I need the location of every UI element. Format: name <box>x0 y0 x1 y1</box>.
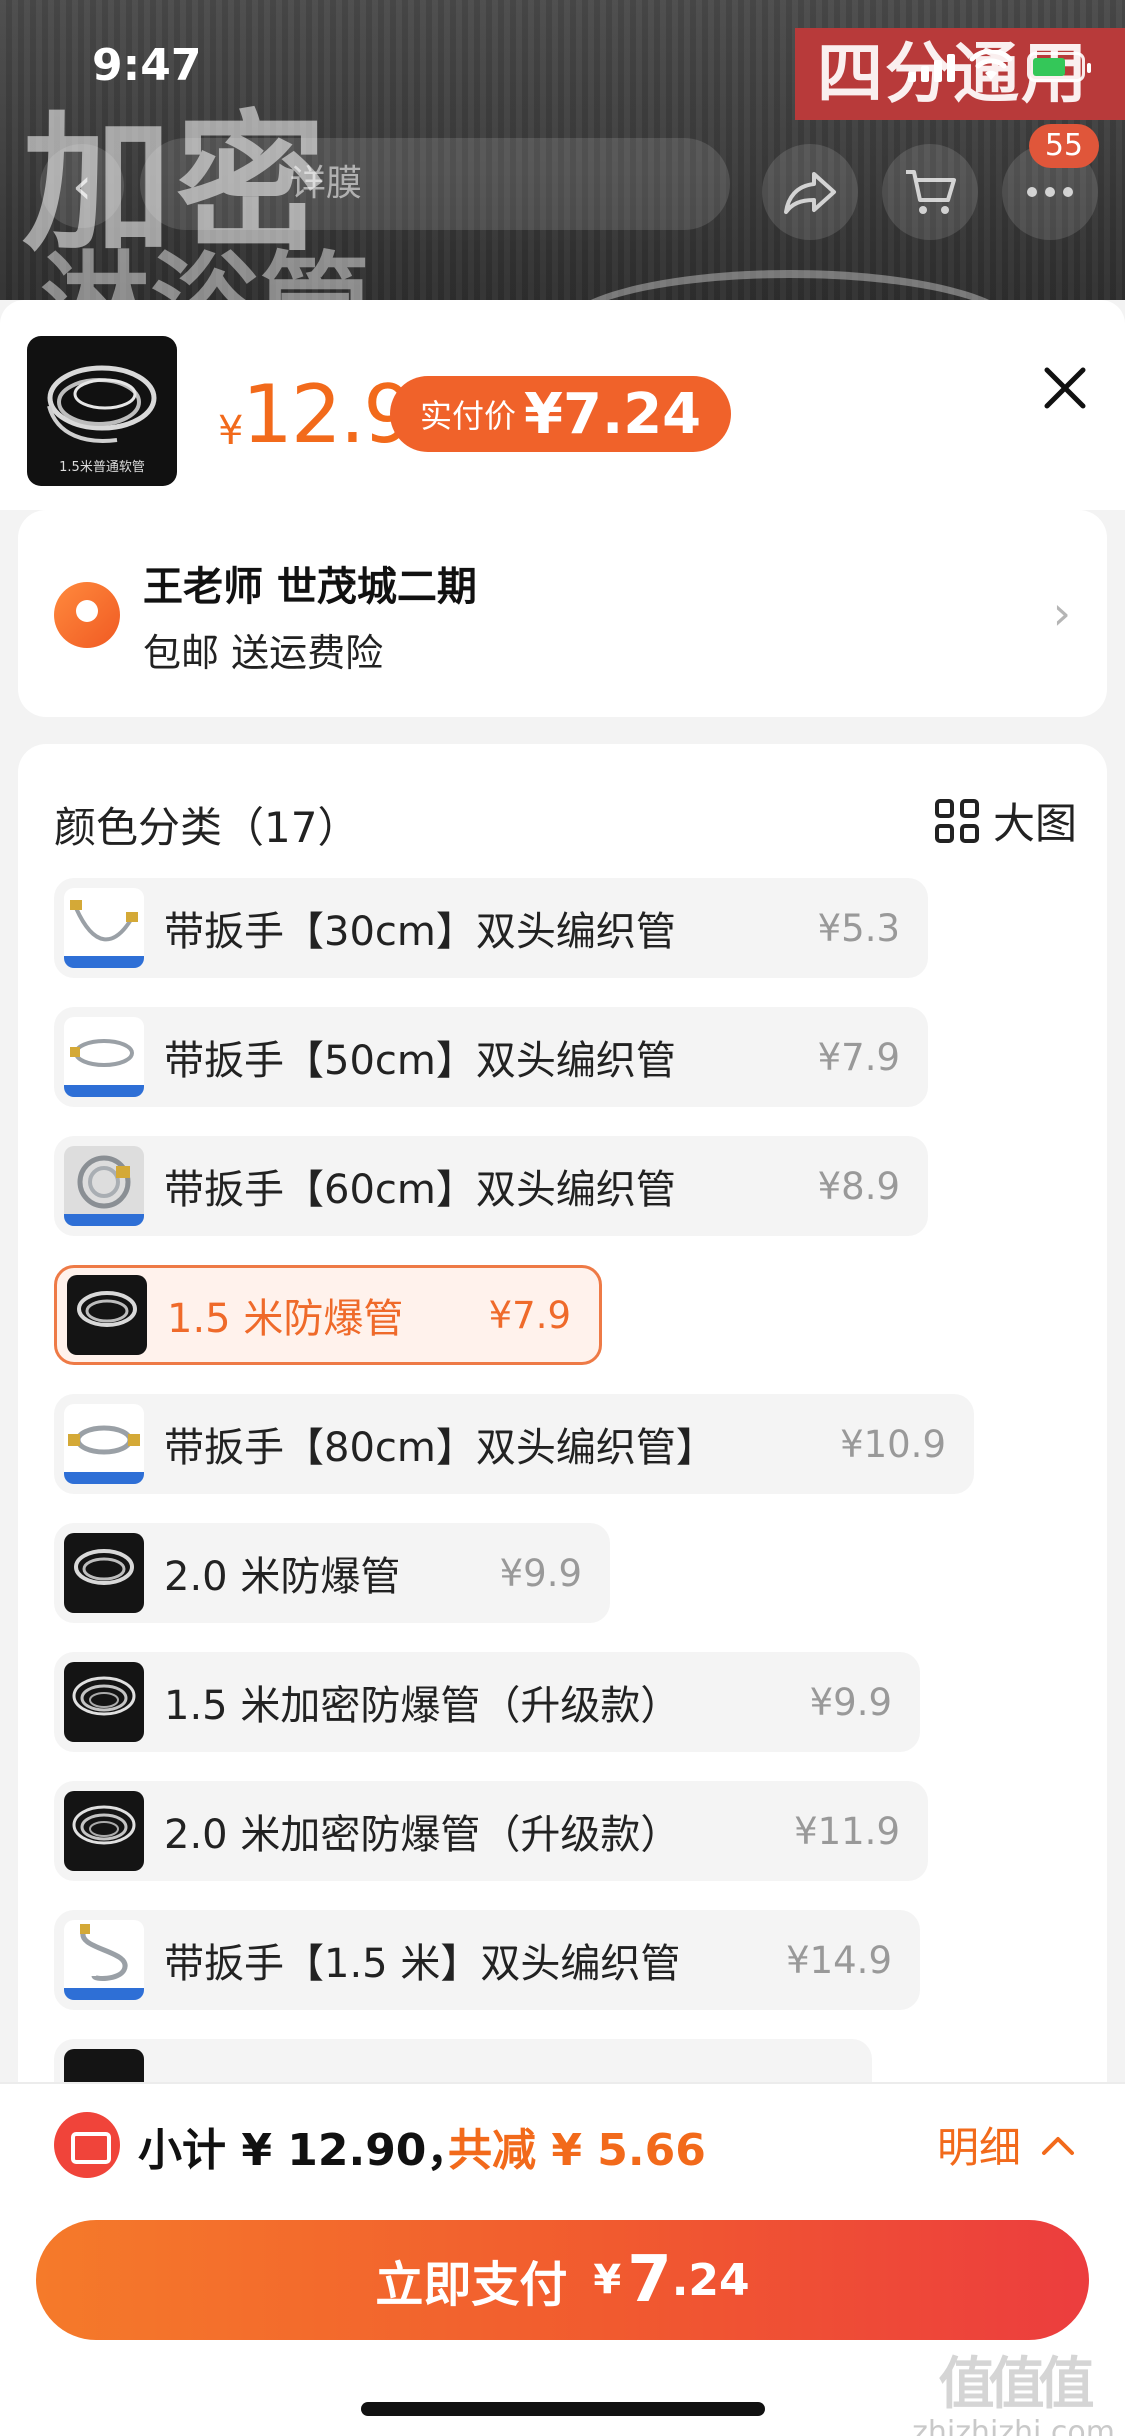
address-card[interactable]: 王老师 世茂城二期 包邮 送运费险 › <box>18 510 1107 717</box>
chevron-up-icon <box>1042 2136 1074 2155</box>
spec-title: 颜色分类（17） <box>54 803 360 852</box>
sku-option[interactable]: 带扳手【80cm】双头编织管】 ¥10.9 <box>54 1394 974 1494</box>
status-icons <box>908 50 1091 82</box>
address-name: 王老师 世茂城二期 <box>143 564 477 610</box>
background-title-line2: 淋浴管 <box>40 250 370 300</box>
option-thumbnail <box>64 1017 144 1097</box>
option-name: 1.5 米加密防爆管（升级款） <box>164 1683 681 1729</box>
chevron-right-icon: › <box>1052 586 1071 640</box>
actual-paid-value: ¥7.24 <box>524 381 702 447</box>
option-thumbnail <box>64 1662 144 1742</box>
product-thumbnail[interactable]: 1.5米普通软管 <box>27 336 177 486</box>
sku-option[interactable]: 带扳手【1.5 米】双头编织管 ¥14.9 <box>54 1910 920 2010</box>
location-pin-icon <box>54 582 120 648</box>
option-price: ¥10.9 <box>840 1422 946 1466</box>
option-price: ¥9.9 <box>809 1680 892 1724</box>
status-time: 9:47 <box>92 40 202 91</box>
option-name: 带扳手【1.5 米】双头编织管 <box>164 1941 681 1987</box>
product-price: 12.9 <box>242 368 414 461</box>
option-thumbnail <box>67 1275 147 1355</box>
sku-option-selected[interactable]: 1.5 米防爆管 ¥7.9 <box>54 1265 602 1365</box>
sku-option[interactable]: 带扳手【30cm】双头编织管 ¥5.3 <box>54 878 928 978</box>
shipping-info: 包邮 送运费险 <box>143 631 384 675</box>
option-price: ¥9.9 <box>499 1551 582 1595</box>
pay-amount-integer: 7 <box>627 2243 672 2317</box>
sku-option[interactable]: 带扳手【60cm】双头编织管 ¥8.9 <box>54 1136 928 1236</box>
option-price: ¥7.9 <box>488 1293 571 1337</box>
sku-option[interactable]: 带扳手【50cm】双头编织管 ¥7.9 <box>54 1007 928 1107</box>
background-search[interactable]: 详膜 <box>140 138 730 230</box>
sku-option[interactable]: 1.5 米加密防爆管（升级款） ¥9.9 <box>54 1652 920 1752</box>
option-thumbnail <box>64 1533 144 1613</box>
pay-currency: ¥ <box>593 2257 622 2303</box>
detail-toggle[interactable]: 明细 <box>937 2114 1075 2175</box>
option-price: ¥5.3 <box>817 906 900 950</box>
option-price: ¥14.9 <box>786 1938 892 1982</box>
option-name: 带扳手【60cm】双头编织管 <box>164 1167 676 1213</box>
option-name: 带扳手【30cm】双头编织管 <box>164 909 676 955</box>
home-indicator <box>361 2402 765 2416</box>
price-currency: ¥ <box>218 408 244 454</box>
sheet-header: 1.5米普通软管 ¥ 12.9 实付价 ¥7.24 <box>0 300 1125 510</box>
subtotal-text: 小计 ¥ 12.90， <box>138 2125 471 2176</box>
thumbnail-caption: 1.5米普通软管 <box>59 460 145 475</box>
option-name: 1.5 米防爆管 <box>167 1296 404 1342</box>
discount-text: 共减 ¥ 5.66 <box>448 2125 706 2176</box>
sku-option[interactable]: 2.0 米加密防爆管（升级款） ¥11.9 <box>54 1781 928 1881</box>
option-thumbnail <box>64 1920 144 2000</box>
coupon-icon <box>54 2112 120 2178</box>
cart-icon[interactable] <box>882 144 978 240</box>
option-thumbnail <box>64 1791 144 1871</box>
checkout-footer: 小计 ¥ 12.90， 共减 ¥ 5.66 明细 立即支付 ¥ 7 .24 值值… <box>0 2082 1125 2436</box>
option-price: ¥7.9 <box>817 1035 900 1079</box>
wifi-icon <box>969 50 1013 80</box>
pay-amount-decimal: .24 <box>671 2254 750 2306</box>
actual-paid-label: 实付价 <box>420 397 517 435</box>
actual-paid-badge: 实付价 ¥7.24 <box>390 376 732 452</box>
option-price: ¥8.9 <box>817 1164 900 1208</box>
option-thumbnail <box>64 888 144 968</box>
pay-now-button[interactable]: 立即支付 ¥ 7 .24 <box>36 2220 1089 2340</box>
option-name: 2.0 米加密防爆管（升级款） <box>164 1812 681 1858</box>
option-thumbnail <box>64 1146 144 1226</box>
big-image-toggle[interactable]: 大图 <box>934 790 1077 851</box>
option-name: 带扳手【50cm】双头编织管 <box>164 1038 676 1084</box>
option-price: ¥11.9 <box>794 1809 900 1853</box>
option-name: 2.0 米防爆管 <box>164 1554 401 1600</box>
status-bar: 9:47 <box>0 0 1125 130</box>
background-top-bar: ‹ 详膜 55 <box>0 124 1125 240</box>
close-icon[interactable] <box>1035 358 1095 418</box>
watermark-logo: 值值值 zhizhizhi.com <box>912 2352 1115 2436</box>
grid-icon <box>934 798 979 843</box>
sku-option[interactable]: 2.0 米防爆管 ¥9.9 <box>54 1523 610 1623</box>
share-icon[interactable] <box>762 144 858 240</box>
pay-now-label: 立即支付 <box>375 2257 568 2313</box>
detail-label: 明细 <box>936 2123 1021 2172</box>
signal-icon <box>908 52 955 82</box>
option-name: 带扳手【80cm】双头编织管】 <box>164 1425 716 1471</box>
message-badge: 55 <box>1028 124 1099 168</box>
big-image-label: 大图 <box>992 799 1077 848</box>
back-icon[interactable]: ‹ <box>40 144 124 228</box>
battery-icon <box>1027 52 1091 82</box>
option-thumbnail <box>64 1404 144 1484</box>
